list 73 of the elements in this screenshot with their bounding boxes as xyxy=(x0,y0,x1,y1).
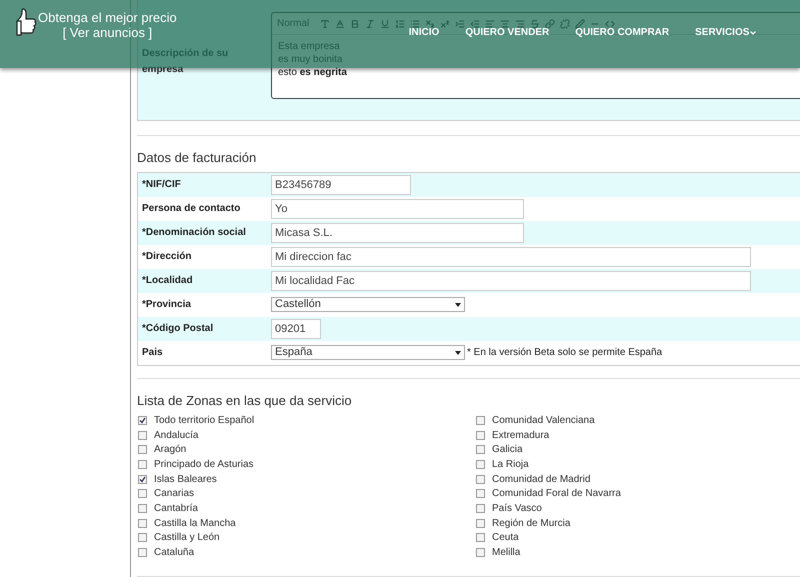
caret-icon xyxy=(455,350,461,355)
checkbox[interactable] xyxy=(476,548,485,558)
checkbox-label: Galicia xyxy=(492,443,523,458)
checkbox-label: Castilla la Mancha xyxy=(154,516,236,531)
nav-link[interactable]: INICIO xyxy=(408,25,440,40)
brand-title: Obtenga el mejor precio xyxy=(38,10,177,25)
field-label: *Provincia xyxy=(142,298,192,312)
field-label: Pais xyxy=(142,346,164,360)
input-field[interactable]: B23456789 xyxy=(271,174,411,195)
nav-link[interactable]: QUIERO COMPRAR xyxy=(575,25,670,40)
checkbox[interactable] xyxy=(476,416,485,425)
editor-text-line: esto es negrita xyxy=(278,66,348,79)
checkbox[interactable] xyxy=(476,489,485,498)
field-label: *Dirección xyxy=(142,250,192,264)
checkbox-label: Aragón xyxy=(154,443,186,458)
field-label: *NIF/CIF xyxy=(142,178,182,192)
input-field[interactable]: 09201 xyxy=(271,318,321,339)
checkbox[interactable] xyxy=(138,533,147,542)
checkbox-label: Región de Murcia xyxy=(492,516,570,531)
checkbox-label: Andalucía xyxy=(154,428,198,443)
select-field[interactable]: España xyxy=(271,345,465,360)
note-text: * En la versión Beta solo se permite España xyxy=(467,346,662,360)
checkbox-label: Principado de Asturias xyxy=(154,458,254,472)
checkbox-label: Cataluña xyxy=(154,546,194,560)
checkbox[interactable] xyxy=(138,430,147,440)
checkbox[interactable] xyxy=(476,474,485,484)
nav-link[interactable]: SERVICIOS xyxy=(695,25,758,40)
caret-icon xyxy=(455,302,461,307)
checkbox[interactable] xyxy=(476,533,485,542)
field-label: Persona de contacto xyxy=(142,202,242,216)
ads-link[interactable]: [ Ver anuncios ] xyxy=(62,25,152,40)
checkbox[interactable] xyxy=(138,416,147,425)
field-label: *Denominación social xyxy=(142,226,247,240)
checkbox[interactable] xyxy=(476,504,485,514)
editor-text-line: Esta empresa xyxy=(278,40,341,53)
checkbox-label: Comunidad Foral de Navarra xyxy=(492,487,621,502)
checkbox[interactable] xyxy=(476,445,485,454)
checkbox[interactable] xyxy=(476,460,485,470)
section-title: Lista de Zonas en las que da servicio xyxy=(137,392,353,410)
field-label: *Localidad xyxy=(142,274,194,288)
checkbox-label: Melilla xyxy=(492,546,520,560)
caret-icon xyxy=(749,28,758,36)
checkbox[interactable] xyxy=(476,430,485,440)
checkbox[interactable] xyxy=(138,460,147,470)
checkbox-label: Comunidad Valenciana xyxy=(492,414,595,428)
checkbox[interactable] xyxy=(138,504,147,514)
checkbox-label: Islas Baleares xyxy=(154,472,217,487)
input-field[interactable]: Micasa S.L. xyxy=(271,222,524,243)
checkbox-label: Comunidad de Madrid xyxy=(492,472,590,487)
checkbox-label: Extremadura xyxy=(492,428,550,443)
input-field[interactable]: Mi localidad Fac xyxy=(271,270,751,291)
field-label: *Código Postal xyxy=(142,322,214,336)
input-field[interactable]: Mi direccion fac xyxy=(271,246,751,267)
checkbox-label: Canarias xyxy=(154,487,194,502)
checkbox[interactable] xyxy=(138,474,147,484)
checkbox-label: La Rioja xyxy=(492,458,529,472)
editor-text-line: es muy boinita xyxy=(278,53,344,66)
select-field[interactable]: Castellón xyxy=(271,297,465,312)
check-icon xyxy=(139,476,146,483)
check-icon xyxy=(139,416,146,424)
nav-link[interactable]: QUIERO VENDER xyxy=(465,25,550,40)
checkbox-label: Castilla y León xyxy=(154,531,220,546)
checkbox[interactable] xyxy=(138,489,147,498)
input-field[interactable]: Yo xyxy=(271,198,524,219)
checkbox[interactable] xyxy=(476,518,485,528)
checkbox-label: Todo territorio Español xyxy=(154,414,254,428)
checkbox-label: País Vasco xyxy=(492,502,542,516)
checkbox-label: Cantabría xyxy=(154,502,198,516)
checkbox[interactable] xyxy=(138,518,147,528)
section-title: Datos de facturación xyxy=(137,149,258,168)
checkbox[interactable] xyxy=(138,548,147,558)
checkbox-label: Ceuta xyxy=(492,531,519,546)
checkbox[interactable] xyxy=(138,445,147,454)
